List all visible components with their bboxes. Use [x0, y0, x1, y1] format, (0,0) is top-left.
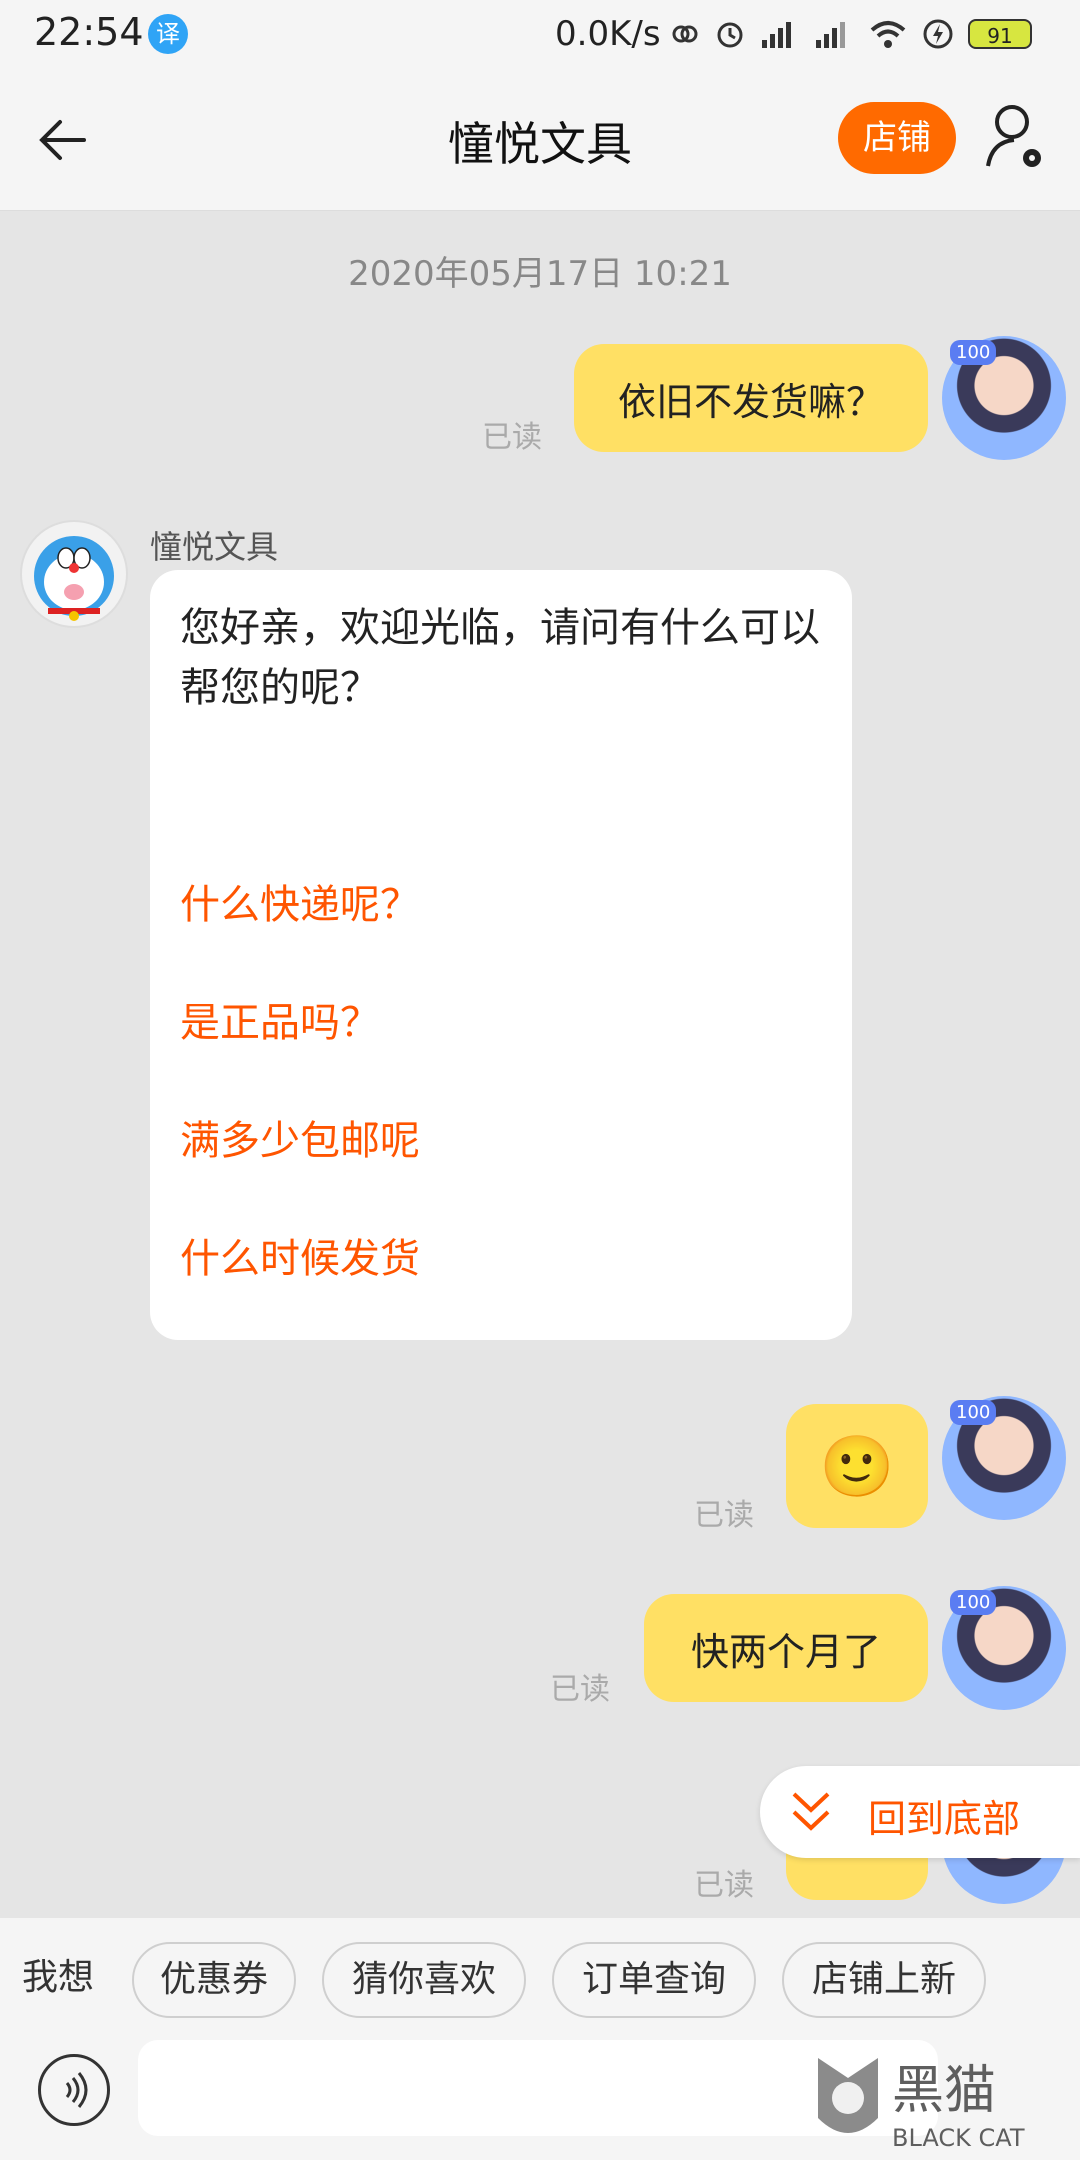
- read-status: 已读: [550, 1672, 610, 1707]
- back-to-bottom-button[interactable]: 回到底部: [760, 1766, 1080, 1858]
- my-avatar[interactable]: 100: [942, 1396, 1066, 1520]
- quick-bar-label: 我想: [22, 1957, 95, 1998]
- my-avatar[interactable]: 100: [942, 336, 1066, 460]
- status-icons: 91: [670, 14, 1032, 54]
- my-message-bubble[interactable]: 依旧不发货嘛？: [574, 344, 928, 452]
- seller-avatar[interactable]: [20, 520, 128, 628]
- my-message-bubble[interactable]: 快两个月了: [644, 1594, 928, 1702]
- watermark-logo: 黑猫 BLACK CAT: [808, 2048, 1078, 2156]
- level-badge: 100: [950, 1400, 997, 1425]
- network-speed: 0.0K/s: [555, 14, 661, 54]
- my-emoji-bubble[interactable]: 🙂: [786, 1404, 928, 1528]
- svg-text:黑猫: 黑猫: [892, 2061, 996, 2121]
- signal-icon: [762, 22, 791, 48]
- level-badge: 100: [950, 340, 997, 365]
- user-settings-icon[interactable]: [984, 100, 1048, 176]
- alarm-icon: [717, 22, 743, 48]
- chip-coupon[interactable]: 优惠券: [132, 1942, 296, 2018]
- chat-header: 憧悦文具 店铺: [0, 70, 1080, 211]
- chat-timestamp: 2020年05月17日 10:21: [348, 254, 732, 294]
- seller-message-bubble: 您好亲，欢迎光临，请问有什么可以帮您的呢？ 什么快递呢？ 是正品吗？ 满多少包邮…: [150, 570, 852, 1340]
- translate-app-icon: 译: [148, 14, 188, 54]
- doraemon-avatar-icon: [34, 536, 114, 621]
- read-status: 已读: [482, 420, 542, 455]
- black-cat-logo-icon: 黑猫 BLACK CAT: [818, 2058, 1025, 2152]
- quick-question-link[interactable]: 什么快递呢？: [180, 872, 420, 930]
- double-chevron-down-icon: [792, 1792, 830, 1831]
- seller-greeting: 您好亲，欢迎光临，请问有什么可以帮您的呢？: [180, 605, 820, 711]
- read-status: 已读: [694, 1498, 754, 1533]
- voice-icon: [65, 2072, 88, 2108]
- link-icon: [672, 25, 698, 43]
- battery-icon: 91: [968, 19, 1032, 49]
- svg-text:BLACK CAT: BLACK CAT: [892, 2124, 1025, 2152]
- voice-button[interactable]: [38, 2054, 110, 2126]
- chip-recommend[interactable]: 猜你喜欢: [322, 1942, 526, 2018]
- chip-new-arrivals[interactable]: 店铺上新: [782, 1942, 986, 2018]
- quick-suggestion-bar: 我想 优惠券 猜你喜欢 订单查询 店铺上新: [0, 1918, 1080, 2028]
- seller-name: 憧悦文具: [150, 528, 279, 566]
- quick-question-link[interactable]: 是正品吗？: [180, 990, 380, 1048]
- shop-button[interactable]: 店铺: [838, 102, 956, 174]
- wifi-icon: [870, 21, 906, 48]
- quick-question-link[interactable]: 满多少包邮呢: [180, 1108, 420, 1166]
- read-status: 已读: [694, 1868, 754, 1903]
- my-avatar[interactable]: 100: [942, 1586, 1066, 1710]
- chip-order-query[interactable]: 订单查询: [552, 1942, 756, 2018]
- level-badge: 100: [950, 1590, 997, 1615]
- signal-icon: [816, 22, 845, 48]
- quick-question-link[interactable]: 什么时候发货: [180, 1226, 420, 1284]
- status-bar: 22:54 译 0.0K/s 91: [0, 0, 1080, 70]
- back-to-bottom-label: 回到底部: [868, 1797, 1021, 1841]
- charging-icon: [923, 19, 953, 49]
- status-time: 22:54: [34, 10, 144, 54]
